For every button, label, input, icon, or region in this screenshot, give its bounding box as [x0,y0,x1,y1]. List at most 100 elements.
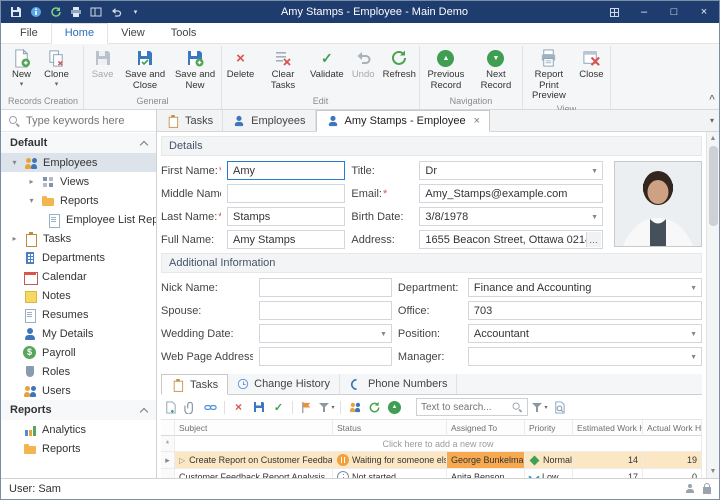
next-record-button[interactable]: ▼ Next Record [471,46,521,94]
wedding-date-field[interactable]: ▼ [259,324,392,343]
column-header-assigned-to[interactable]: Assigned To [447,420,525,436]
close-view-button[interactable]: Close [574,46,609,102]
sidebar-search-input[interactable] [26,115,149,127]
tab-home[interactable]: Home [51,23,108,44]
sidebar-item-calendar[interactable]: Calendar [1,267,156,286]
expand-icon[interactable]: ▸ [10,234,19,243]
column-header-estimated-work-hours[interactable]: Estimated Work Hours [573,420,643,436]
first-name-field[interactable]: Amy [227,161,345,180]
birth-date-field[interactable]: 3/8/1978▼ [419,207,603,226]
undo-icon[interactable] [109,6,122,19]
table-row[interactable]: Customer Feedback Report Analysis Not st… [161,469,702,478]
address-field[interactable]: 1655 Beacon Street, Ottawa 02146, Canada… [419,230,603,249]
doc-tab-employees[interactable]: Employees [223,110,315,131]
delete-task-icon[interactable]: × [230,399,247,415]
sidebar-item-employee-list-report[interactable]: Employee List Report [1,210,156,229]
sidebar-item-analytics[interactable]: Analytics [1,420,156,439]
qat-overflow-icon[interactable]: ▾ [129,6,142,19]
chevron-down-icon[interactable]: ▼ [690,331,697,338]
grid-search-input[interactable] [421,402,508,413]
column-header-subject[interactable]: Subject [175,420,333,436]
column-header-actual-work-hours[interactable]: Actual Work Hours [643,420,702,436]
refresh-icon[interactable] [49,6,62,19]
email-field[interactable]: Amy_Stamps@example.com [419,184,603,203]
attachment-icon[interactable] [182,399,199,415]
layout-icon[interactable] [89,6,102,19]
lock-icon[interactable] [703,487,711,494]
last-name-field[interactable]: Stamps [227,207,345,226]
sidebar-item-users[interactable]: Users [1,381,156,400]
column-header-priority[interactable]: Priority [525,420,573,436]
close-button[interactable]: × [689,1,719,23]
link-icon[interactable] [202,399,219,415]
table-row[interactable]: ▸ ▷Create Report on Customer Feedback Wa… [161,452,702,469]
position-field[interactable]: Accountant▼ [468,324,702,343]
doc-tab-tasks[interactable]: Tasks [157,110,223,131]
manager-field[interactable]: ▼ [468,347,702,366]
sidebar-item-notes[interactable]: Notes [1,286,156,305]
priority-cell[interactable]: Normal [525,452,573,469]
chevron-down-icon[interactable]: ▼ [690,354,697,361]
sidebar-item-my-details[interactable]: My Details [1,324,156,343]
tab-view[interactable]: View [108,24,158,43]
collapse-icon[interactable]: ▾ [10,158,19,167]
priority-cell[interactable]: Low [525,469,573,478]
sidebar-item-tasks[interactable]: ▸ Tasks [1,229,156,248]
chevron-down-icon[interactable]: ▼ [591,168,598,175]
scrollbar-thumb[interactable] [709,146,718,226]
sidebar-item-reports-2[interactable]: Reports [1,439,156,458]
filter-icon[interactable]: ▾ [318,399,335,415]
clear-tasks-button[interactable]: Clear Tasks [258,46,308,94]
print-icon[interactable] [69,6,82,19]
save-and-new-button[interactable]: Save and New [170,46,220,94]
previous-record-button[interactable]: ▲ Previous Record [421,46,471,94]
status-cell[interactable]: Not started [333,469,447,478]
validate-task-icon[interactable]: ✓ [270,399,287,415]
sidebar-group-default[interactable]: Default [1,133,156,153]
new-button[interactable]: New ▾ [4,46,39,94]
subject-cell[interactable]: ▷Create Report on Customer Feedback [175,452,333,469]
new-row[interactable]: * Click here to add a new row [161,436,702,452]
tab-phone-numbers[interactable]: Phone Numbers [340,374,458,394]
minimize-button[interactable]: – [629,1,659,23]
tab-file[interactable]: File [7,24,51,43]
sidebar-item-payroll[interactable]: Payroll [1,343,156,362]
expand-icon[interactable]: ▸ [27,177,36,186]
sidebar-item-views[interactable]: ▸ Views [1,172,156,191]
chevron-down-icon[interactable]: ▼ [690,285,697,292]
report-print-preview-button[interactable]: Report Print Preview [524,46,574,102]
full-name-field[interactable]: Amy Stamps [227,230,345,249]
row-expand-icon[interactable]: ▷ [179,456,185,465]
tab-tasks[interactable]: Tasks [161,374,228,395]
close-tab-icon[interactable]: × [474,115,480,127]
new-row-hint[interactable]: Click here to add a new row [175,436,702,452]
collapse-icon[interactable]: ▾ [27,196,36,205]
save-task-icon[interactable] [250,399,267,415]
move-up-icon[interactable]: ▲ [386,399,403,415]
clone-button[interactable]: Clone ▾ [39,46,74,94]
assigned-to-cell[interactable]: George Bunkelman [447,452,525,469]
actual-hours-cell[interactable]: 0 [643,469,702,478]
interface-settings-icon[interactable] [599,1,629,23]
office-field[interactable]: 703 [468,301,702,320]
middle-name-field[interactable] [227,184,345,203]
new-task-icon[interactable] [162,399,179,415]
search-icon[interactable] [512,402,523,413]
ellipsis-button[interactable]: … [586,232,601,247]
scroll-down-icon[interactable]: ▼ [707,465,719,478]
doc-tab-amy-stamps[interactable]: Amy Stamps - Employee × [316,110,490,132]
chevron-down-icon[interactable]: ▼ [591,214,598,221]
print-preview-grid-icon[interactable] [551,399,568,415]
sidebar-item-resumes[interactable]: Resumes [1,305,156,324]
undo-button[interactable]: Undo [346,46,381,94]
save-button[interactable]: Save [85,46,120,94]
refresh-button[interactable]: Refresh [381,46,418,94]
tab-change-history[interactable]: Change History [228,374,340,394]
sidebar-item-roles[interactable]: Roles [1,362,156,381]
delete-button[interactable]: × Delete [223,46,258,94]
nick-name-field[interactable] [259,278,392,297]
vertical-scrollbar[interactable]: ▲ ▼ [706,132,719,478]
actual-hours-cell[interactable]: 19 [643,452,702,469]
refresh-tasks-icon[interactable] [366,399,383,415]
department-field[interactable]: Finance and Accounting▼ [468,278,702,297]
